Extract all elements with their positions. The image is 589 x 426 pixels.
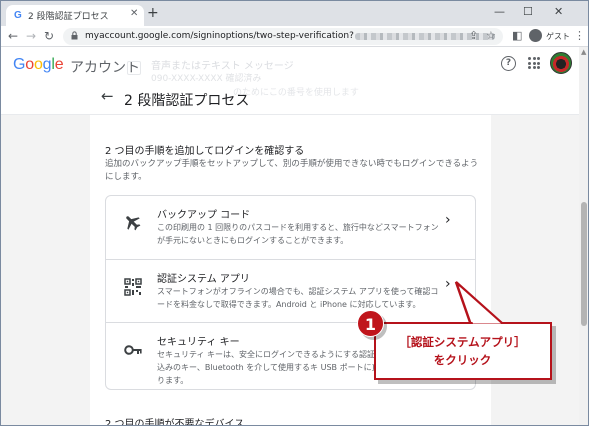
tab-title: 2 段階認証プロセス (28, 12, 109, 22)
address-bar[interactable]: myaccount.google.com/signinoptions/two-s… (63, 28, 503, 45)
section-description: 追加のバックアップ手順をセットアップして、別の手順が使用できない時でもログインで… (105, 159, 479, 182)
phone-icon (127, 61, 141, 75)
chevron-right-icon: › (445, 212, 451, 228)
key-icon (124, 345, 142, 355)
scrollbar[interactable]: ▲ (579, 47, 588, 425)
google-g-icon: G (14, 10, 22, 21)
method-title: バックアップ コード (157, 210, 251, 221)
guest-profile-icon[interactable] (529, 29, 542, 42)
scroll-up-icon[interactable]: ▲ (581, 48, 586, 56)
section-heading: 2 つ目の手順を追加してログインを確認する (105, 146, 305, 157)
account-header: Google アカウント 音声またはテキスト メッセージ 090-XXXX-XX… (1, 47, 579, 115)
new-tab-button[interactable]: + (147, 6, 159, 20)
page-title: 2 段階認証プロセス (124, 93, 250, 109)
browser-tab[interactable]: G 2 段階認証プロセス ✕ (6, 5, 144, 26)
arrow-back-icon[interactable]: ← (101, 89, 114, 104)
method-description: この印刷用の 1 回限りのパスコードを利用すると、旅行中などスマートフォンが手元… (157, 223, 439, 245)
method-title: 認証システム アプリ (157, 274, 250, 285)
scrollbar-thumb[interactable] (581, 202, 587, 326)
side-panel-icon[interactable]: ◧ (512, 29, 522, 42)
qr-code-icon (124, 278, 142, 296)
maximize-icon[interactable]: ☐ (523, 5, 533, 18)
ghost-line-1: 音声またはテキスト メッセージ (151, 61, 294, 72)
arrow-left-icon[interactable]: ← (8, 29, 18, 43)
ghost-line-3: のためにこの番号を使用します (233, 88, 359, 98)
share-icon[interactable]: ⇪ (469, 29, 478, 42)
browser-toolbar: ← → ↻ myaccount.google.com/signinoptions… (1, 26, 588, 47)
method-backup-codes[interactable]: バックアップ コード この印刷用の 1 回限りのパスコードを利用すると、旅行中な… (106, 196, 475, 259)
method-description: スマートフォンがオフラインの場合でも、認証システム アプリを使って確認コードを料… (157, 287, 439, 309)
arrow-right-icon[interactable]: → (26, 29, 36, 43)
guest-label[interactable]: ゲスト (546, 31, 570, 42)
url-text: myaccount.google.com/signinoptions/two-s… (85, 31, 354, 41)
minimize-icon[interactable]: — (494, 5, 505, 18)
method-title: セキュリティ キー (157, 337, 240, 348)
google-logo[interactable]: Google (13, 56, 64, 74)
reload-icon[interactable]: ↻ (44, 29, 54, 43)
section-heading-devices: 2 つ目の手順が不要なデバイス (105, 419, 245, 426)
avatar[interactable] (550, 52, 572, 74)
callout-line-2: をクリック (433, 353, 492, 367)
step-number-badge: 1 (357, 310, 384, 337)
method-authenticator-app[interactable]: 認証システム アプリ スマートフォンがオフラインの場合でも、認証システム アプリ… (106, 259, 475, 322)
callout-line-1: ［認証システムアプリ］ (399, 335, 526, 349)
help-icon[interactable]: ? (501, 56, 516, 71)
close-icon[interactable]: ✕ (130, 8, 138, 19)
lock-icon (71, 31, 78, 40)
ghost-line-2: 090-XXXX-XXXX 確認済み (151, 74, 262, 84)
browser-window: G 2 段階認証プロセス ✕ + — ☐ ✕ ← → ↻ myaccount.g… (0, 0, 589, 426)
apps-grid-icon[interactable] (528, 57, 540, 69)
more-vert-icon[interactable]: ⋮ (574, 29, 585, 42)
airplane-icon (126, 216, 141, 231)
star-icon[interactable]: ☆ (486, 29, 496, 42)
callout-box: ［認証システムアプリ］ をクリック (374, 322, 552, 380)
window-close-icon[interactable]: ✕ (554, 5, 563, 18)
tab-strip: G 2 段階認証プロセス ✕ + — ☐ ✕ (1, 1, 588, 26)
chevron-right-icon: › (445, 276, 451, 292)
